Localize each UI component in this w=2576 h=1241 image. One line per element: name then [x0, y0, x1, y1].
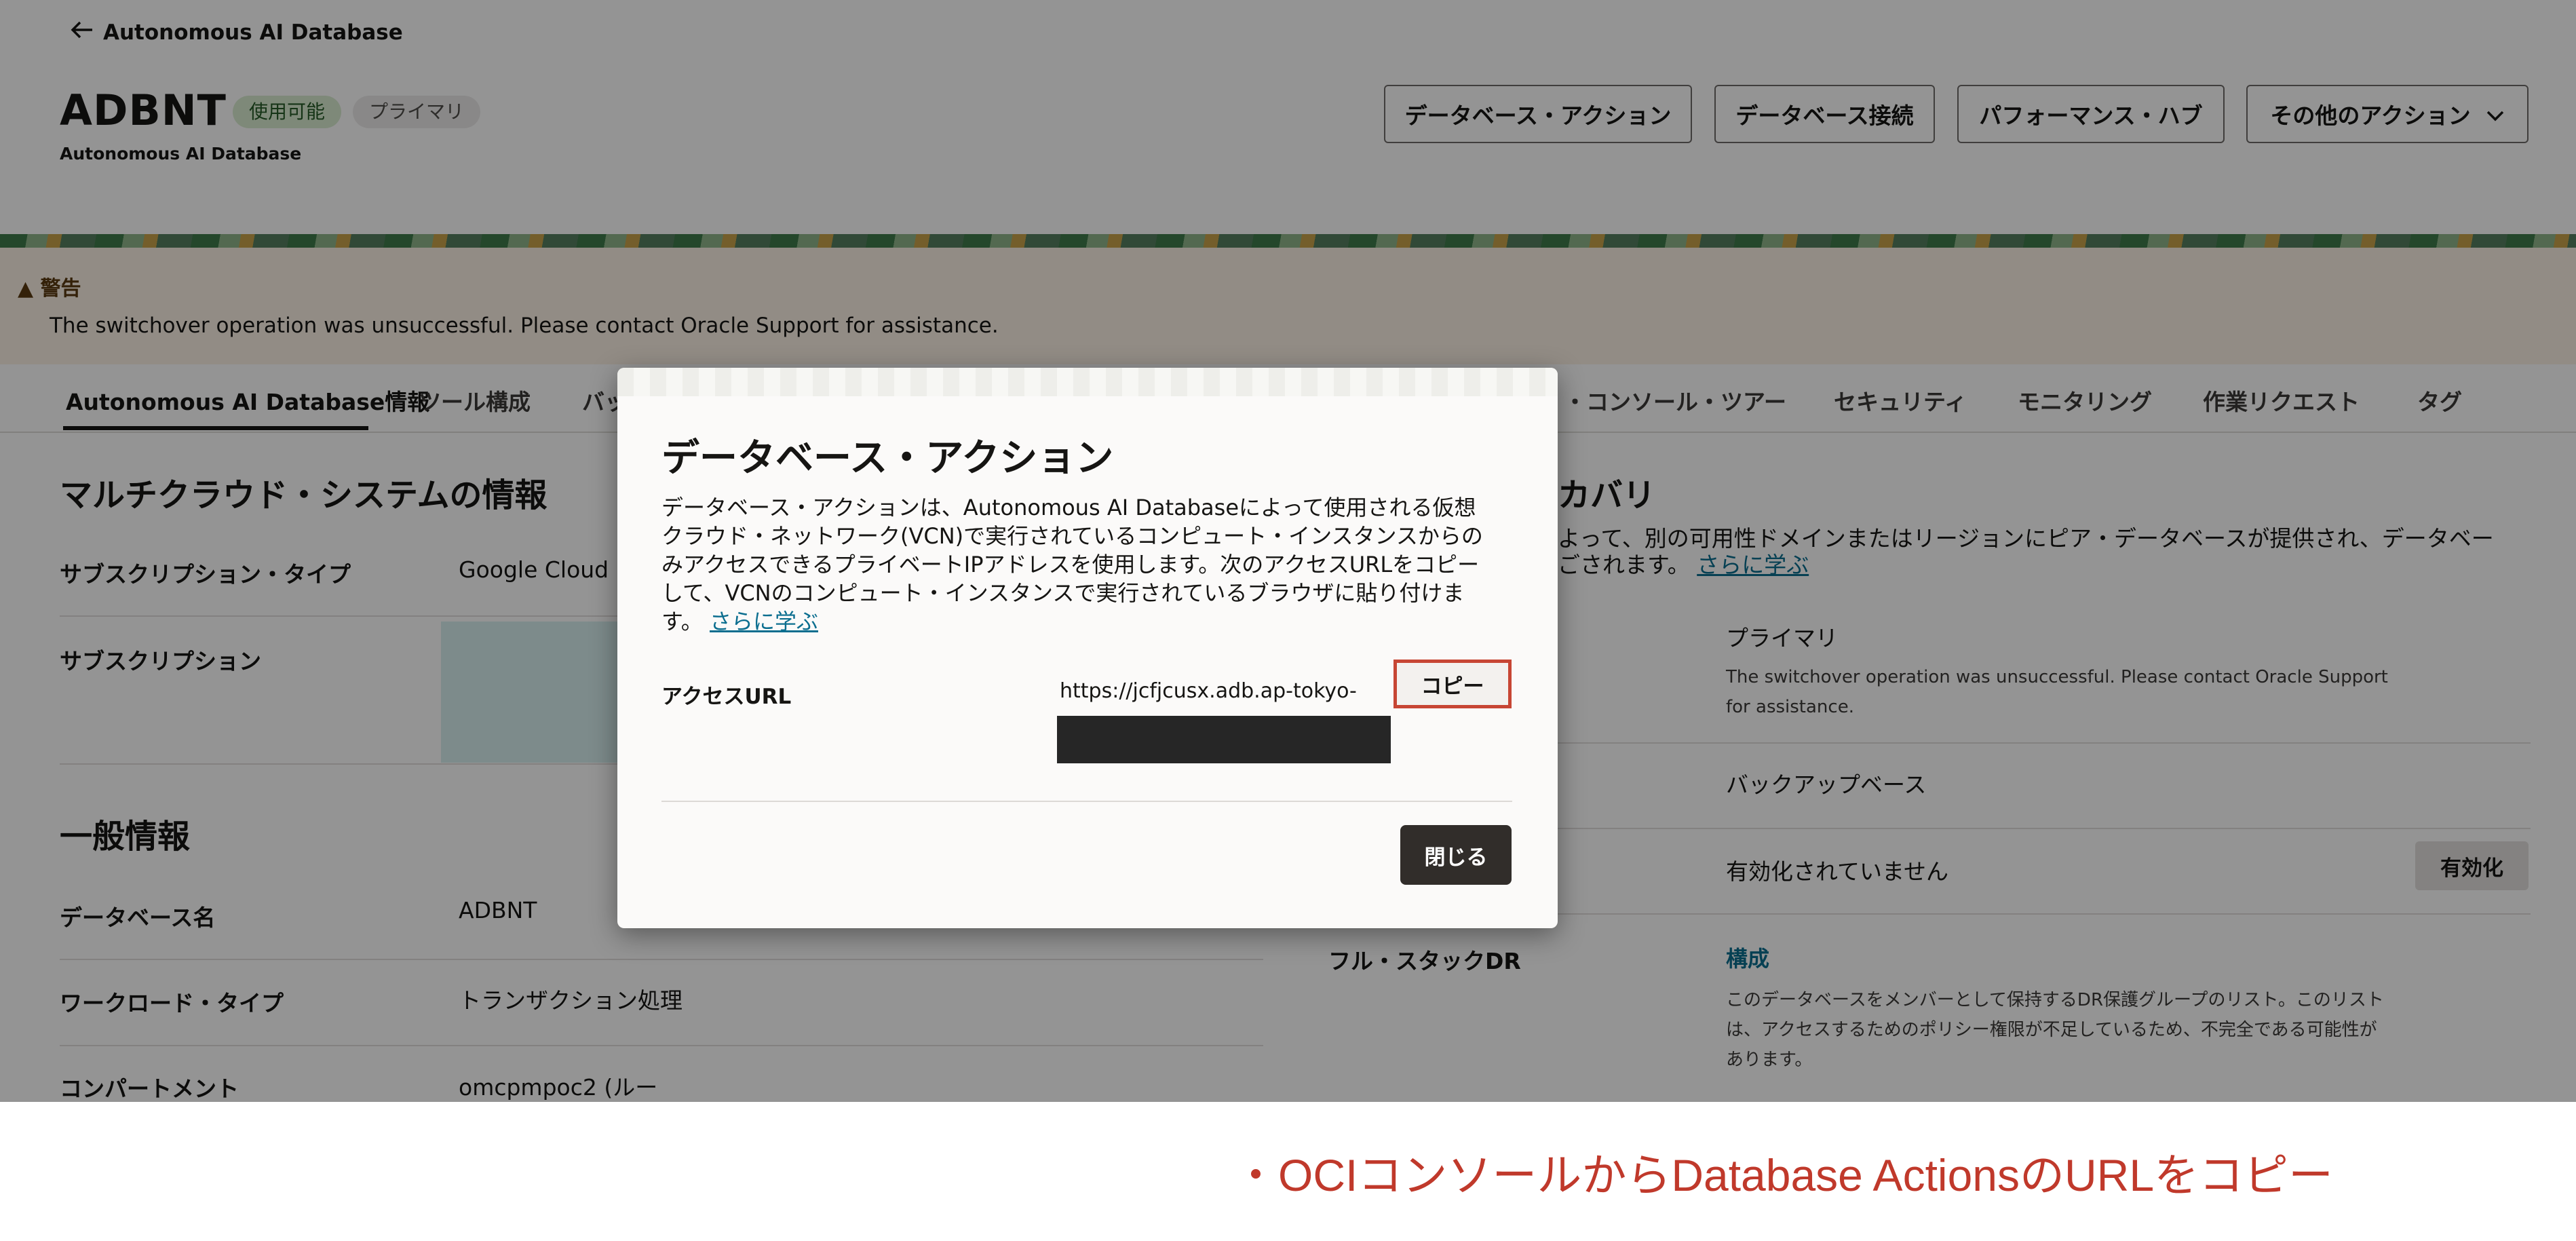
dialog-description: データベース・アクションは、Autonomous AI Databaseによって…	[661, 493, 1496, 636]
access-url-value[interactable]: https://jcfjcusx.adb.ap-tokyo-	[1060, 679, 1357, 703]
redacted-url-area	[1057, 716, 1391, 763]
oci-console-page: Autonomous AI Database ADBNT 使用可能 プライマリ …	[0, 0, 2576, 1102]
caption-text: ・OCIコンソールからDatabase ActionsのURLをコピー	[1233, 1150, 2334, 1200]
dialog-learn-more-link[interactable]: さらに学ぶ	[710, 609, 818, 634]
dialog-title: データベース・アクション	[661, 436, 1114, 480]
copy-button[interactable]: コピー	[1393, 660, 1512, 708]
close-button[interactable]: 閉じる	[1400, 825, 1512, 885]
database-actions-dialog: データベース・アクション データベース・アクションは、Autonomous AI…	[617, 368, 1558, 928]
access-url-label: アクセスURL	[661, 685, 792, 709]
dialog-decoration	[617, 368, 1558, 396]
dialog-divider	[661, 801, 1512, 802]
